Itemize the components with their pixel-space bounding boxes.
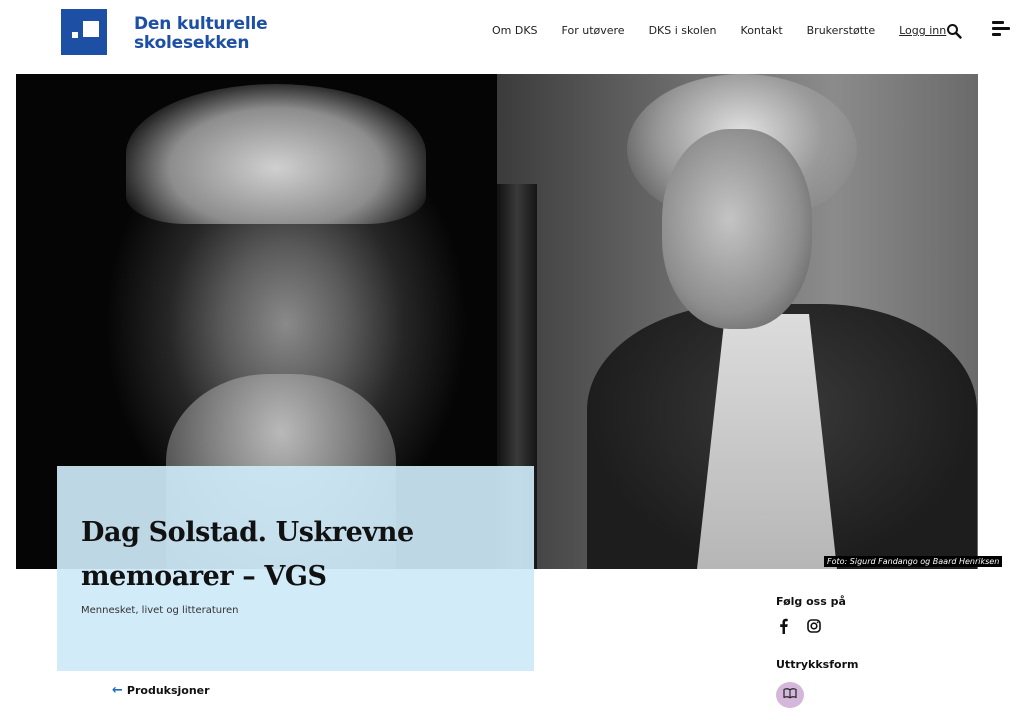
photo-credit: Foto: Sigurd Fandango og Baard Henriksen — [824, 556, 1003, 567]
site-name[interactable]: Den kulturelle skolesekken — [134, 14, 268, 53]
page-title: Dag Solstad. Uskrevne memoarer – VGS — [81, 517, 414, 592]
logo-square-small — [72, 32, 78, 38]
back-link-label: Produksjoner — [126, 684, 210, 697]
menu-icon[interactable] — [992, 21, 1010, 37]
instagram-icon[interactable] — [806, 618, 822, 634]
arrow-left-icon: ← — [112, 683, 123, 698]
portrait-right — [497, 74, 978, 569]
login-link[interactable]: Logg inn — [899, 24, 946, 37]
nav-item-kontakt[interactable]: Kontakt — [741, 24, 783, 37]
search-icon[interactable] — [946, 23, 962, 39]
nav-item-for-utovere[interactable]: For utøvere — [562, 24, 625, 37]
expression-form-heading: Uttrykksform — [776, 658, 859, 671]
back-to-productions-link[interactable]: ← Produksjoner — [112, 683, 210, 698]
page-subtitle: Mennesket, livet og litteraturen — [81, 605, 239, 616]
site-name-line1: Den kulturelle — [134, 14, 268, 34]
follow-heading: Følg oss på — [776, 595, 846, 608]
expression-form-badge[interactable] — [776, 682, 804, 708]
nav-item-dks-i-skolen[interactable]: DKS i skolen — [649, 24, 717, 37]
book-icon — [783, 686, 797, 704]
title-box: Dag Solstad. Uskrevne memoarer – VGS Men… — [57, 466, 534, 671]
site-header: Den kulturelle skolesekken Om DKS For ut… — [0, 0, 1022, 74]
nav-item-om-dks[interactable]: Om DKS — [492, 24, 538, 37]
logo-square-large — [83, 21, 99, 37]
logo-icon[interactable] — [61, 9, 107, 55]
nav-item-brukerstotte[interactable]: Brukerstøtte — [807, 24, 875, 37]
social-links — [776, 618, 822, 634]
facebook-icon[interactable] — [776, 618, 792, 634]
main-nav: Om DKS For utøvere DKS i skolen Kontakt … — [492, 24, 970, 37]
site-name-line2: skolesekken — [134, 33, 250, 53]
